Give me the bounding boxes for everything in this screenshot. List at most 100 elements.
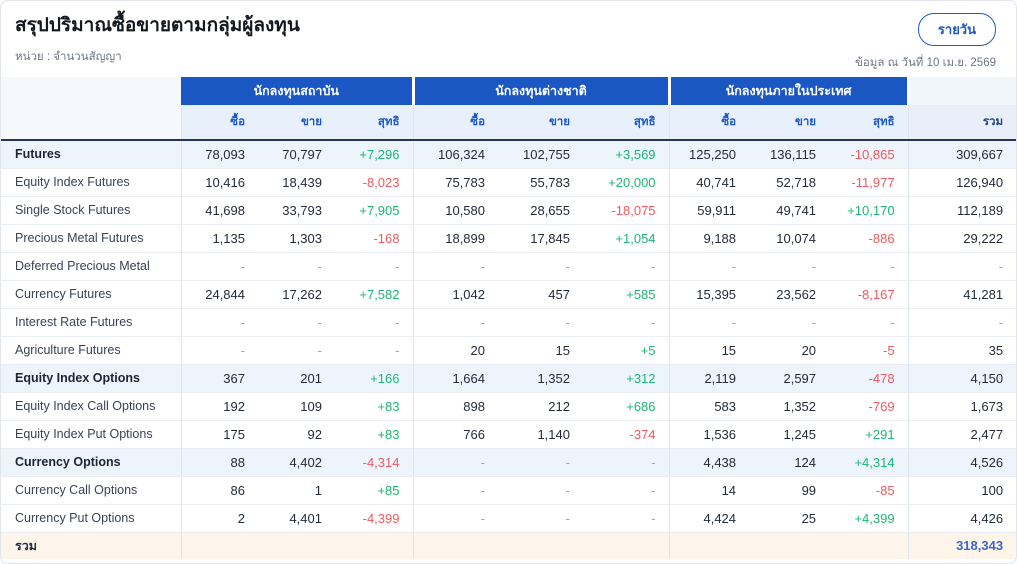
cell-net: -18,075 xyxy=(583,196,669,224)
cell-sell: 2,597 xyxy=(749,364,829,392)
cell-sell: 92 xyxy=(258,420,335,448)
cell-sell: - xyxy=(258,308,335,336)
cell-net: +7,905 xyxy=(335,196,413,224)
row-total: 309,667 xyxy=(908,140,1016,168)
row-total: 1,673 xyxy=(908,392,1016,420)
cell-sell: - xyxy=(498,308,583,336)
cell-net: -11,977 xyxy=(829,168,908,196)
cell-buy: 4,424 xyxy=(669,504,749,532)
cell-net: - xyxy=(583,308,669,336)
row-label: Currency Call Options xyxy=(1,476,181,504)
row-total: 4,150 xyxy=(908,364,1016,392)
cell-sell: 457 xyxy=(498,280,583,308)
cell-net: -478 xyxy=(829,364,908,392)
row-total: 35 xyxy=(908,336,1016,364)
cell-buy: 9,188 xyxy=(669,224,749,252)
cell-sell: - xyxy=(749,308,829,336)
cell-net: - xyxy=(335,252,413,280)
cell-sell: 49,741 xyxy=(749,196,829,224)
cell-net: +5 xyxy=(583,336,669,364)
cell-buy: 18,899 xyxy=(413,224,498,252)
cell-net: - xyxy=(583,448,669,476)
cell-net: -8,167 xyxy=(829,280,908,308)
cell-buy: 41,698 xyxy=(181,196,258,224)
empty-cell xyxy=(669,532,749,559)
table-row: Single Stock Futures41,69833,793+7,90510… xyxy=(1,196,1016,224)
cell-buy: 583 xyxy=(669,392,749,420)
row-total: 2,477 xyxy=(908,420,1016,448)
cell-sell: 55,783 xyxy=(498,168,583,196)
unit-label: หน่วย : จำนวนสัญญา xyxy=(15,48,300,66)
table-row: Currency Call Options861+85---1499-85100 xyxy=(1,476,1016,504)
cell-buy: 4,438 xyxy=(669,448,749,476)
cell-buy: 59,911 xyxy=(669,196,749,224)
cell-net: +20,000 xyxy=(583,168,669,196)
row-label: Single Stock Futures xyxy=(1,196,181,224)
cell-sell: 102,755 xyxy=(498,140,583,168)
cell-sell: 52,718 xyxy=(749,168,829,196)
cell-buy: 1,042 xyxy=(413,280,498,308)
cell-net: -168 xyxy=(335,224,413,252)
cell-net: -5 xyxy=(829,336,908,364)
cell-sell: 4,401 xyxy=(258,504,335,532)
grand-total-label: รวม xyxy=(1,532,181,559)
row-label: Interest Rate Futures xyxy=(1,308,181,336)
table-row: Futures78,09370,797+7,296106,324102,755+… xyxy=(1,140,1016,168)
cell-net: +1,054 xyxy=(583,224,669,252)
cell-buy: - xyxy=(413,504,498,532)
corner-cell-total xyxy=(908,77,1016,105)
empty-cell xyxy=(749,532,829,559)
cell-net: +4,399 xyxy=(829,504,908,532)
cell-buy: 1,536 xyxy=(669,420,749,448)
table-row: Currency Options884,402-4,314---4,438124… xyxy=(1,448,1016,476)
cell-buy: 898 xyxy=(413,392,498,420)
cell-net: +7,582 xyxy=(335,280,413,308)
sub-header-net: สุทธิ xyxy=(829,105,908,140)
sub-header-total: รวม xyxy=(908,105,1016,140)
row-label: Currency Put Options xyxy=(1,504,181,532)
sub-header-net: สุทธิ xyxy=(335,105,413,140)
cell-sell: 109 xyxy=(258,392,335,420)
cell-sell: 1,352 xyxy=(498,364,583,392)
sub-header-net: สุทธิ xyxy=(583,105,669,140)
cell-buy: - xyxy=(669,308,749,336)
cell-sell: 99 xyxy=(749,476,829,504)
table-row: Agriculture Futures---2015+51520-535 xyxy=(1,336,1016,364)
cell-sell: 10,074 xyxy=(749,224,829,252)
cell-sell: 201 xyxy=(258,364,335,392)
cell-sell: 124 xyxy=(749,448,829,476)
cell-sell: 20 xyxy=(749,336,829,364)
investor-summary-table: นักลงทุนสถาบัน นักลงทุนต่างชาติ นักลงทุน… xyxy=(1,77,1016,559)
cell-buy: 75,783 xyxy=(413,168,498,196)
group-header-foreign: นักลงทุนต่างชาติ xyxy=(413,77,669,105)
row-total: 4,526 xyxy=(908,448,1016,476)
row-label: Currency Options xyxy=(1,448,181,476)
table-body: Futures78,09370,797+7,296106,324102,755+… xyxy=(1,140,1016,559)
cell-sell: 1,140 xyxy=(498,420,583,448)
row-total: 112,189 xyxy=(908,196,1016,224)
cell-net: +4,314 xyxy=(829,448,908,476)
cell-sell: 18,439 xyxy=(258,168,335,196)
cell-sell: 17,262 xyxy=(258,280,335,308)
group-header-row: นักลงทุนสถาบัน นักลงทุนต่างชาติ นักลงทุน… xyxy=(1,77,1016,105)
cell-net: - xyxy=(583,252,669,280)
row-label: Equity Index Call Options xyxy=(1,392,181,420)
cell-net: -8,023 xyxy=(335,168,413,196)
table-row: Currency Futures24,84417,262+7,5821,0424… xyxy=(1,280,1016,308)
daily-filter-button[interactable]: รายวัน xyxy=(918,13,996,46)
cell-buy: 125,250 xyxy=(669,140,749,168)
cell-net: +312 xyxy=(583,364,669,392)
cell-net: - xyxy=(583,504,669,532)
cell-buy: 1,135 xyxy=(181,224,258,252)
cell-net: -4,314 xyxy=(335,448,413,476)
cell-sell: 70,797 xyxy=(258,140,335,168)
cell-buy: 14 xyxy=(669,476,749,504)
sub-header-sell: ขาย xyxy=(258,105,335,140)
cell-sell: 1,245 xyxy=(749,420,829,448)
grand-total-row: รวม318,343 xyxy=(1,532,1016,559)
row-total: 126,940 xyxy=(908,168,1016,196)
cell-net: -769 xyxy=(829,392,908,420)
row-label: Deferred Precious Metal xyxy=(1,252,181,280)
table-row: Deferred Precious Metal---------- xyxy=(1,252,1016,280)
empty-cell xyxy=(181,532,258,559)
